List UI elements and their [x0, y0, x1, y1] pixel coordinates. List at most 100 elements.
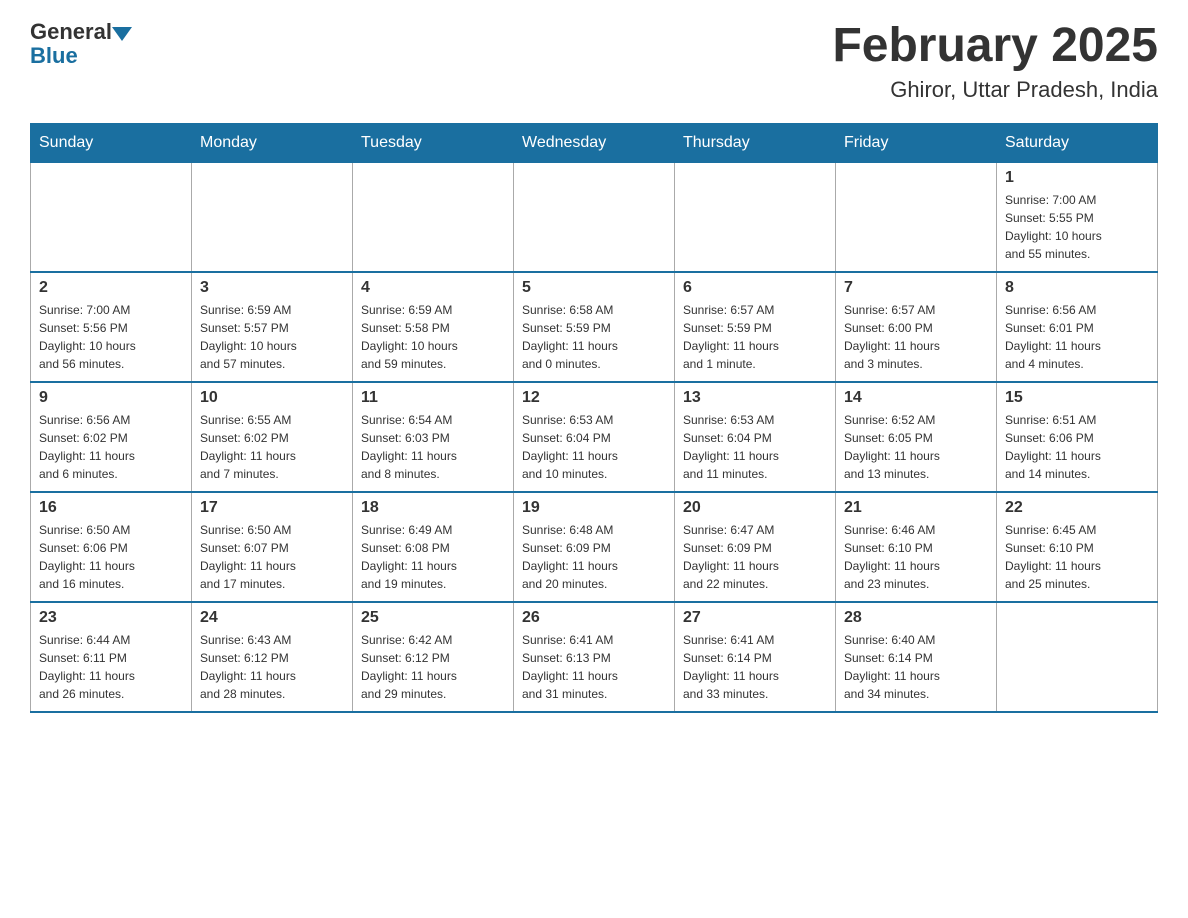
logo: General Blue: [30, 20, 132, 68]
month-title: February 2025: [832, 20, 1158, 73]
day-number: 3: [200, 279, 344, 297]
day-info: Sunrise: 6:40 AMSunset: 6:14 PMDaylight:…: [844, 631, 988, 703]
calendar-cell: [514, 162, 675, 272]
calendar-cell: 12 Sunrise: 6:53 AMSunset: 6:04 PMDayligh…: [514, 382, 675, 492]
day-number: 27: [683, 609, 827, 627]
day-number: 4: [361, 279, 505, 297]
calendar-cell: 24 Sunrise: 6:43 AMSunset: 6:12 PMDayligh…: [192, 602, 353, 712]
day-info: Sunrise: 6:57 AMSunset: 5:59 PMDaylight:…: [683, 301, 827, 373]
day-info: Sunrise: 6:53 AMSunset: 6:04 PMDaylight:…: [522, 411, 666, 483]
calendar-cell: 23Sunrise: 6:44 AMSunset: 6:11 PMDayligh…: [31, 602, 192, 712]
calendar-cell: 11 Sunrise: 6:54 AMSunset: 6:03 PMDayligh…: [353, 382, 514, 492]
day-info: Sunrise: 6:57 AMSunset: 6:00 PMDaylight:…: [844, 301, 988, 373]
day-info: Sunrise: 6:50 AMSunset: 6:07 PMDaylight:…: [200, 521, 344, 593]
day-number: 2: [39, 279, 183, 297]
day-number: 25: [361, 609, 505, 627]
day-number: 5: [522, 279, 666, 297]
calendar-cell: 15 Sunrise: 6:51 AMSunset: 6:06 PMDayligh…: [997, 382, 1158, 492]
day-info: Sunrise: 6:56 AMSunset: 6:01 PMDaylight:…: [1005, 301, 1149, 373]
day-info: Sunrise: 6:51 AMSunset: 6:06 PMDaylight:…: [1005, 411, 1149, 483]
day-info: Sunrise: 6:54 AMSunset: 6:03 PMDaylight:…: [361, 411, 505, 483]
location-title: Ghiror, Uttar Pradesh, India: [832, 77, 1158, 103]
calendar-cell: [353, 162, 514, 272]
day-info: Sunrise: 6:49 AMSunset: 6:08 PMDaylight:…: [361, 521, 505, 593]
day-number: 26: [522, 609, 666, 627]
day-number: 9: [39, 389, 183, 407]
day-info: Sunrise: 6:58 AMSunset: 5:59 PMDaylight:…: [522, 301, 666, 373]
day-info: Sunrise: 6:50 AMSunset: 6:06 PMDaylight:…: [39, 521, 183, 593]
day-number: 16: [39, 499, 183, 517]
day-number: 21: [844, 499, 988, 517]
calendar-cell: 13 Sunrise: 6:53 AMSunset: 6:04 PMDayligh…: [675, 382, 836, 492]
day-number: 18: [361, 499, 505, 517]
day-number: 8: [1005, 279, 1149, 297]
day-info: Sunrise: 6:45 AMSunset: 6:10 PMDaylight:…: [1005, 521, 1149, 593]
day-info: Sunrise: 6:42 AMSunset: 6:12 PMDaylight:…: [361, 631, 505, 703]
calendar-cell: 22 Sunrise: 6:45 AMSunset: 6:10 PMDayligh…: [997, 492, 1158, 602]
header-wednesday: Wednesday: [514, 123, 675, 162]
day-info: Sunrise: 6:48 AMSunset: 6:09 PMDaylight:…: [522, 521, 666, 593]
day-number: 14: [844, 389, 988, 407]
calendar-cell: 16 Sunrise: 6:50 AMSunset: 6:06 PMDayligh…: [31, 492, 192, 602]
header-thursday: Thursday: [675, 123, 836, 162]
day-info: Sunrise: 7:00 AMSunset: 5:55 PMDaylight:…: [1005, 191, 1149, 263]
day-info: Sunrise: 6:46 AMSunset: 6:10 PMDaylight:…: [844, 521, 988, 593]
day-info: Sunrise: 6:53 AMSunset: 6:04 PMDaylight:…: [683, 411, 827, 483]
header-sunday: Sunday: [31, 123, 192, 162]
calendar-cell: 8 Sunrise: 6:56 AMSunset: 6:01 PMDaylight…: [997, 272, 1158, 382]
calendar-cell: [997, 602, 1158, 712]
calendar-cell: [31, 162, 192, 272]
calendar-cell: 19Sunrise: 6:48 AMSunset: 6:09 PMDayligh…: [514, 492, 675, 602]
calendar-cell: 18 Sunrise: 6:49 AMSunset: 6:08 PMDayligh…: [353, 492, 514, 602]
calendar-cell: 25 Sunrise: 6:42 AMSunset: 6:12 PMDayligh…: [353, 602, 514, 712]
week-row-4: 16 Sunrise: 6:50 AMSunset: 6:06 PMDayligh…: [31, 492, 1158, 602]
day-number: 7: [844, 279, 988, 297]
day-info: Sunrise: 6:56 AMSunset: 6:02 PMDaylight:…: [39, 411, 183, 483]
header-tuesday: Tuesday: [353, 123, 514, 162]
week-row-1: 1 Sunrise: 7:00 AMSunset: 5:55 PMDaylight…: [31, 162, 1158, 272]
calendar-cell: 9 Sunrise: 6:56 AMSunset: 6:02 PMDaylight…: [31, 382, 192, 492]
day-info: Sunrise: 6:41 AMSunset: 6:14 PMDaylight:…: [683, 631, 827, 703]
day-number: 17: [200, 499, 344, 517]
day-info: Sunrise: 6:59 AMSunset: 5:58 PMDaylight:…: [361, 301, 505, 373]
day-number: 1: [1005, 169, 1149, 187]
day-number: 28: [844, 609, 988, 627]
day-info: Sunrise: 6:59 AMSunset: 5:57 PMDaylight:…: [200, 301, 344, 373]
page-header: General Blue February 2025 Ghiror, Uttar…: [30, 20, 1158, 103]
logo-arrow-icon: [112, 27, 132, 41]
calendar-cell: 3 Sunrise: 6:59 AMSunset: 5:57 PMDaylight…: [192, 272, 353, 382]
calendar-cell: 1 Sunrise: 7:00 AMSunset: 5:55 PMDaylight…: [997, 162, 1158, 272]
week-row-3: 9 Sunrise: 6:56 AMSunset: 6:02 PMDaylight…: [31, 382, 1158, 492]
calendar-cell: [192, 162, 353, 272]
header-friday: Friday: [836, 123, 997, 162]
title-block: February 2025 Ghiror, Uttar Pradesh, Ind…: [832, 20, 1158, 103]
calendar-cell: [675, 162, 836, 272]
day-number: 11: [361, 389, 505, 407]
calendar-cell: 5 Sunrise: 6:58 AMSunset: 5:59 PMDaylight…: [514, 272, 675, 382]
week-row-5: 23Sunrise: 6:44 AMSunset: 6:11 PMDayligh…: [31, 602, 1158, 712]
calendar-cell: 14 Sunrise: 6:52 AMSunset: 6:05 PMDayligh…: [836, 382, 997, 492]
day-number: 20: [683, 499, 827, 517]
day-number: 22: [1005, 499, 1149, 517]
calendar-cell: 27 Sunrise: 6:41 AMSunset: 6:14 PMDayligh…: [675, 602, 836, 712]
day-number: 13: [683, 389, 827, 407]
logo-blue-text: Blue: [30, 44, 132, 68]
day-number: 12: [522, 389, 666, 407]
header-monday: Monday: [192, 123, 353, 162]
day-number: 15: [1005, 389, 1149, 407]
calendar-table: SundayMondayTuesdayWednesdayThursdayFrid…: [30, 123, 1158, 714]
logo-general-text: General: [30, 20, 112, 44]
day-info: Sunrise: 6:43 AMSunset: 6:12 PMDaylight:…: [200, 631, 344, 703]
day-number: 23: [39, 609, 183, 627]
calendar-cell: 26 Sunrise: 6:41 AMSunset: 6:13 PMDayligh…: [514, 602, 675, 712]
calendar-cell: 6Sunrise: 6:57 AMSunset: 5:59 PMDaylight…: [675, 272, 836, 382]
day-info: Sunrise: 6:41 AMSunset: 6:13 PMDaylight:…: [522, 631, 666, 703]
day-info: Sunrise: 6:52 AMSunset: 6:05 PMDaylight:…: [844, 411, 988, 483]
day-info: Sunrise: 7:00 AMSunset: 5:56 PMDaylight:…: [39, 301, 183, 373]
calendar-cell: 4 Sunrise: 6:59 AMSunset: 5:58 PMDaylight…: [353, 272, 514, 382]
calendar-cell: 21 Sunrise: 6:46 AMSunset: 6:10 PMDayligh…: [836, 492, 997, 602]
day-number: 24: [200, 609, 344, 627]
day-info: Sunrise: 6:47 AMSunset: 6:09 PMDaylight:…: [683, 521, 827, 593]
week-row-2: 2 Sunrise: 7:00 AMSunset: 5:56 PMDaylight…: [31, 272, 1158, 382]
header-saturday: Saturday: [997, 123, 1158, 162]
